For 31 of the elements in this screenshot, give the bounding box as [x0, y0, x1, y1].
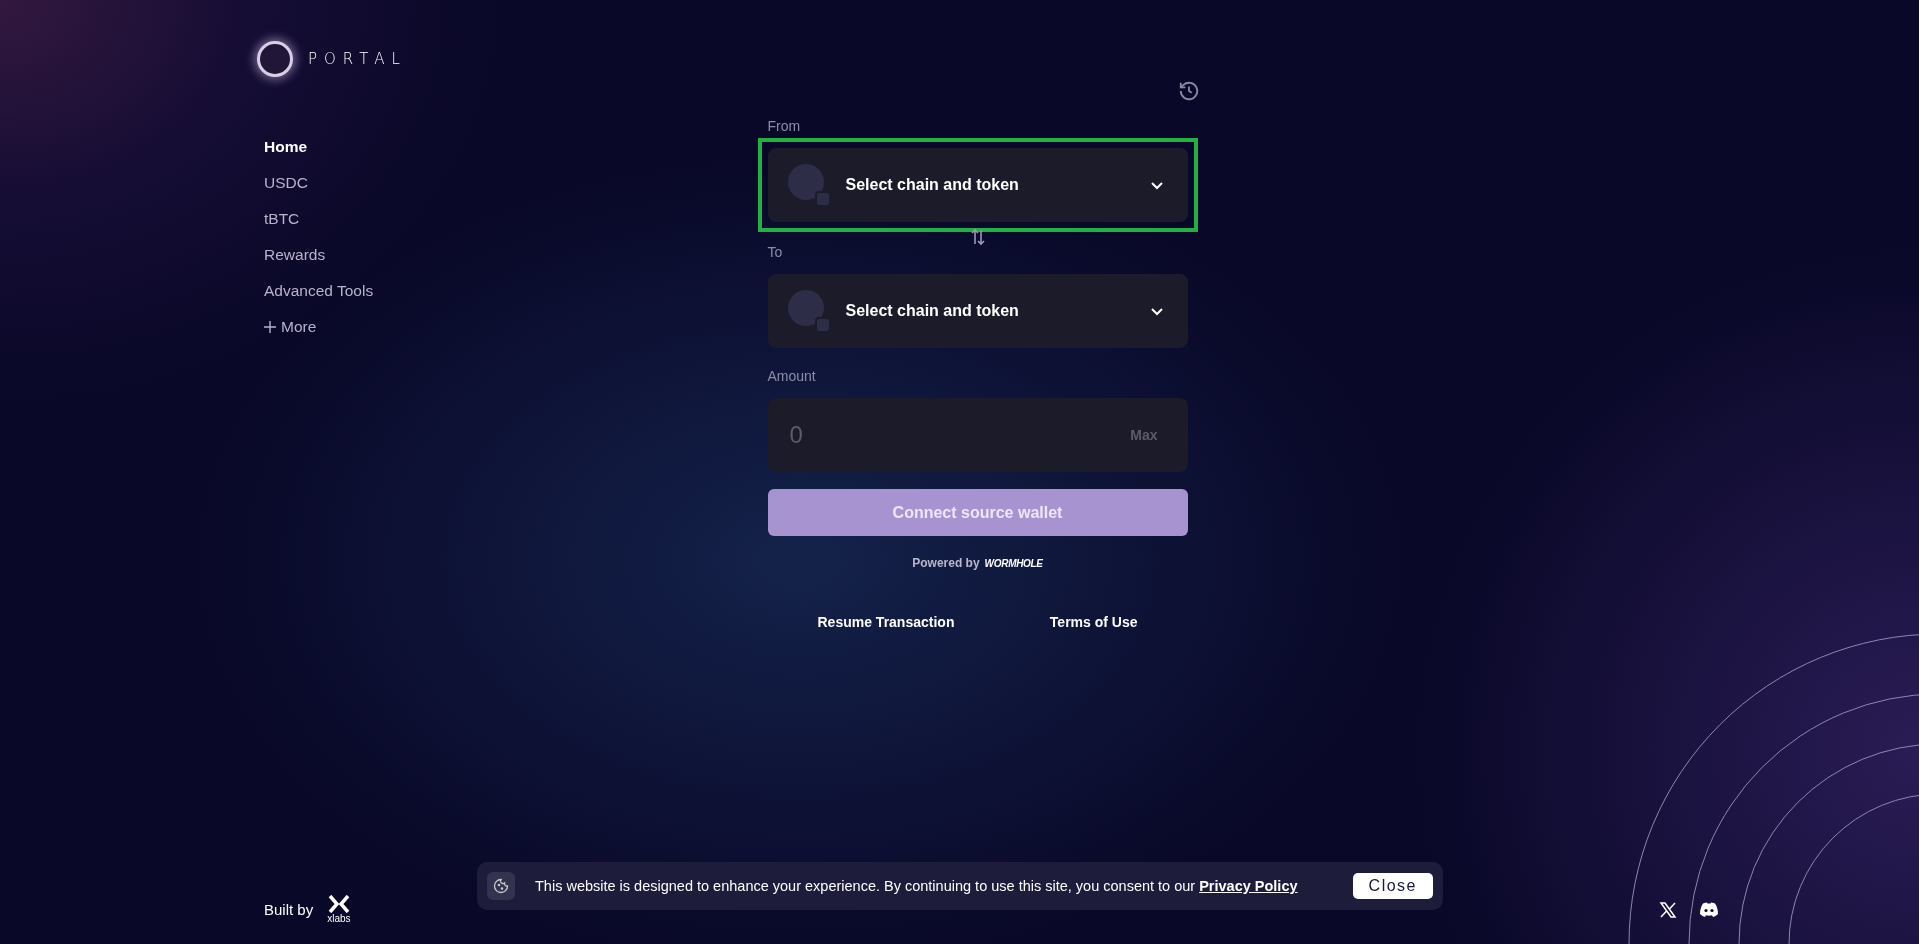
- close-button[interactable]: Close: [1352, 873, 1433, 899]
- plus-icon: [264, 321, 276, 333]
- footer-link[interactable]: Terms of Use: [1049, 614, 1138, 630]
- chain-token-select[interactable]: Select chain and token: [767, 274, 1188, 348]
- chain-token-select[interactable]: Select chain and token: [767, 148, 1188, 222]
- field-label: From: [767, 118, 802, 134]
- token-placeholder-icon: [787, 164, 830, 206]
- built-by-text: Built by: [264, 901, 314, 918]
- x-icon[interactable]: [1659, 900, 1677, 919]
- swap-icon[interactable]: [969, 228, 986, 246]
- nav-link[interactable]: tBTC: [264, 210, 300, 228]
- history-icon[interactable]: [1177, 80, 1200, 102]
- discord-icon[interactable]: [1699, 901, 1719, 918]
- cookie-notice: This website is designed to enhance your experience. By continuing to use this site, you consent to our Privacy Policy: [535, 878, 1298, 894]
- logo-icon: [260, 44, 290, 74]
- field-label: Amount: [767, 368, 817, 384]
- xlabs-text: xlabs: [327, 913, 351, 924]
- brand-name: PORTAL: [308, 50, 407, 68]
- nav-link[interactable]: Home: [264, 138, 308, 156]
- nav-link[interactable]: Rewards: [264, 246, 326, 264]
- privacy-policy-link[interactable]: Privacy Policy: [1199, 878, 1298, 894]
- footer-link[interactable]: Resume Transaction: [817, 614, 955, 630]
- nav-link[interactable]: Advanced Tools: [264, 282, 374, 300]
- cookie-icon: [487, 872, 515, 900]
- xlabs-logo-icon: [327, 895, 350, 913]
- nav-link[interactable]: USDC: [264, 174, 308, 192]
- nav-link[interactable]: More: [264, 318, 317, 336]
- wormhole-logo: WORMHOLE: [984, 557, 1043, 569]
- token-placeholder-icon: [787, 290, 830, 332]
- powered-by-text: Powered by: [912, 556, 980, 570]
- field-label: To: [767, 244, 784, 260]
